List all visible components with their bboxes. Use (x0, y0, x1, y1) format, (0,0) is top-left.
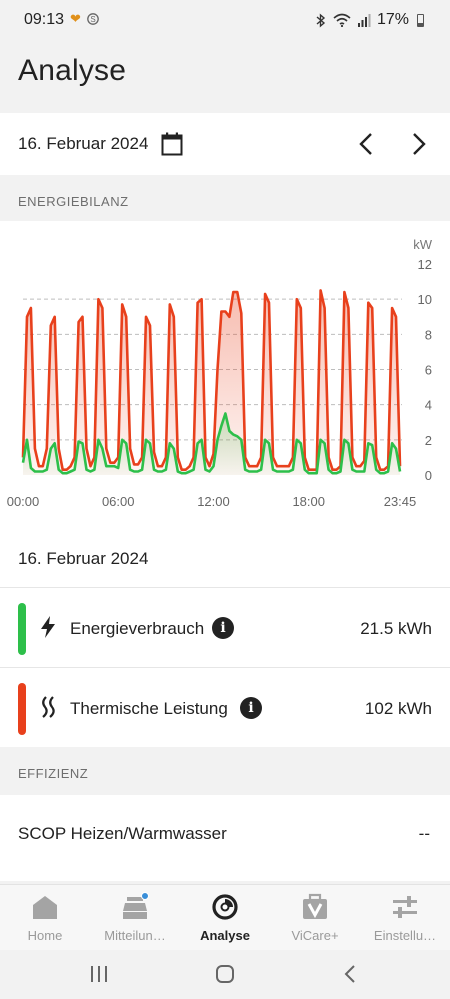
energy-chart: kW 0 2 4 6 8 10 12 00:00 06:00 12:00 18:00 23:45 (0, 221, 450, 521)
date-navigation: 16. Februar 2024 (0, 113, 450, 175)
x-tick-label: 06:00 (102, 494, 135, 509)
legend-row-energy-consumption: Energieverbrauch i 21.5 kWh (0, 588, 450, 668)
info-icon[interactable]: i (240, 697, 262, 719)
svg-text:S: S (90, 15, 95, 24)
nav-vicare-plus[interactable]: ViCare+ (270, 885, 360, 951)
y-tick-label: 2 (425, 433, 432, 448)
consumption-color-bar (18, 603, 26, 655)
page-title: Analyse (18, 54, 127, 87)
y-tick-label: 8 (425, 327, 432, 342)
energy-line-chart: kW 0 2 4 6 8 10 12 00:00 06:00 12:00 18:00 23:45 (7, 237, 433, 509)
y-tick-label: 6 (425, 363, 432, 378)
bottom-navigation: Home Mitteilun… Analyse ViCare+ Einstell… (0, 884, 450, 950)
s-app-notification-icon: S (87, 13, 99, 25)
legend-row-thermal-output: Thermische Leistung i 102 kWh (0, 668, 450, 748)
bluetooth-icon (316, 12, 326, 28)
x-tick-label: 12:00 (197, 494, 230, 509)
x-tick-label: 00:00 (7, 494, 40, 509)
thermal-value: 102 kWh (364, 699, 432, 718)
previous-day-chevron-icon[interactable] (354, 131, 380, 157)
nav-messages[interactable]: Mitteilun… (90, 885, 180, 951)
scop-row: SCOP Heizen/Warmwasser -- (0, 795, 450, 881)
nav-settings[interactable]: Einstellu… (360, 885, 450, 951)
y-tick-label: 10 (418, 292, 432, 307)
selected-date[interactable]: 16. Februar 2024 (18, 134, 148, 154)
scop-label: SCOP Heizen/Warmwasser (18, 824, 227, 843)
consumption-label: Energieverbrauch (70, 619, 205, 638)
status-time: 09:13 (24, 11, 65, 28)
next-day-chevron-icon[interactable] (405, 131, 431, 157)
thermal-label: Thermische Leistung (70, 699, 228, 718)
back-icon[interactable] (341, 964, 361, 984)
section-header-efficiency: EFFIZIENZ (0, 747, 450, 795)
signal-icon (357, 13, 371, 27)
y-axis-unit: kW (413, 237, 433, 252)
summary-date: 16. Februar 2024 (18, 549, 149, 568)
recent-apps-icon[interactable] (89, 964, 109, 984)
scop-value: -- (418, 824, 430, 843)
nav-home[interactable]: Home (0, 885, 90, 951)
home-button-icon[interactable] (215, 964, 235, 984)
calendar-icon[interactable] (161, 132, 183, 156)
thermal-color-bar (18, 683, 26, 735)
y-tick-label: 0 (425, 468, 432, 483)
summary-panel: 16. Februar 2024 Energieverbrauch i 21.5… (0, 521, 450, 747)
status-bar: 09:13 ❤ S 17% (0, 0, 450, 40)
battery-percentage: 17% (376, 11, 409, 28)
notification-dot (141, 892, 149, 900)
analysis-icon (212, 894, 238, 920)
settings-sliders-icon (393, 896, 417, 918)
vicare-plus-icon (303, 893, 327, 919)
wifi-icon (333, 13, 351, 27)
info-icon[interactable]: i (212, 617, 234, 639)
heat-waves-icon (42, 696, 55, 718)
consumption-value: 21.5 kWh (360, 619, 432, 638)
battery-icon (417, 13, 424, 27)
system-navigation-bar (0, 950, 450, 999)
x-tick-label: 18:00 (292, 494, 325, 509)
y-tick-label: 12 (418, 257, 432, 272)
section-header-energy: ENERGIEBILANZ (0, 175, 450, 221)
house-icon (33, 896, 57, 919)
heart-notification-icon: ❤ (70, 11, 81, 26)
y-tick-label: 4 (425, 398, 432, 413)
nav-analysis[interactable]: Analyse (180, 885, 270, 951)
lightning-icon (41, 616, 55, 638)
x-tick-label: 23:45 (384, 494, 417, 509)
